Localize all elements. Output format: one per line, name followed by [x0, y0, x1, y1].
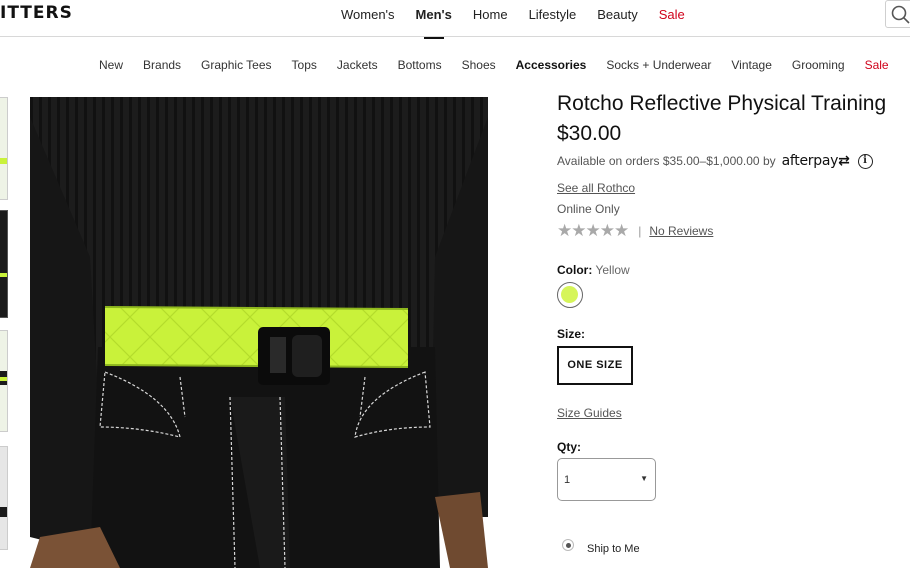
availability-text: Online Only: [557, 202, 620, 216]
afterpay-mark-icon: ⇄: [838, 153, 850, 169]
star-rating-icon: ★★★★★: [557, 221, 629, 240]
thumbnail-2[interactable]: [0, 210, 8, 318]
ship-to-me-label[interactable]: Ship to Me: [587, 543, 640, 555]
product-photo: [30, 97, 488, 568]
subnav-item-bottoms[interactable]: Bottoms: [398, 58, 442, 72]
afterpay-info: Available on orders $35.00–$1,000.00 by …: [557, 153, 873, 169]
subnav-item-new[interactable]: New: [99, 58, 123, 72]
subnav-item-grooming[interactable]: Grooming: [792, 58, 845, 72]
top-header: ITTERS Women's Men's Home Lifestyle Beau…: [0, 0, 910, 39]
main-nav: Women's Men's Home Lifestyle Beauty Sale: [341, 7, 706, 39]
color-value: Yellow: [595, 263, 630, 277]
category-nav: New Brands Graphic Tees Tops Jackets Bot…: [99, 58, 909, 72]
subnav-item-tops[interactable]: Tops: [292, 58, 317, 72]
size-option-one-size[interactable]: ONE SIZE: [557, 346, 633, 385]
product-image[interactable]: [30, 97, 488, 568]
info-icon[interactable]: i: [857, 153, 873, 169]
nav-item-beauty[interactable]: Beauty: [597, 7, 637, 22]
thumbnail-4[interactable]: [0, 446, 8, 550]
search-button[interactable]: [885, 0, 910, 28]
site-logo[interactable]: ITTERS: [0, 3, 73, 23]
chevron-down-icon: ▼: [640, 474, 648, 483]
nav-item-womens[interactable]: Women's: [341, 7, 395, 22]
subnav-item-accessories[interactable]: Accessories: [516, 58, 587, 72]
qty-value: 1: [564, 474, 571, 486]
afterpay-text: Available on orders $35.00–$1,000.00 by: [557, 154, 776, 168]
nav-item-sale[interactable]: Sale: [659, 7, 685, 22]
radio-selected-dot: [566, 543, 571, 548]
reviews-link[interactable]: No Reviews: [649, 224, 713, 238]
size-guides-link[interactable]: Size Guides: [557, 406, 622, 420]
thumbnail-3[interactable]: [0, 330, 8, 432]
size-label: Size:: [557, 327, 586, 341]
subnav-item-graphic-tees[interactable]: Graphic Tees: [201, 58, 271, 72]
subnav-item-jackets[interactable]: Jackets: [337, 58, 378, 72]
nav-item-lifestyle[interactable]: Lifestyle: [529, 7, 577, 22]
nav-item-mens[interactable]: Men's: [416, 7, 452, 39]
swatch-fill: [561, 286, 578, 303]
nav-item-home[interactable]: Home: [473, 7, 508, 22]
rating-row: ★★★★★ | No Reviews: [557, 221, 713, 241]
subnav-item-sale[interactable]: Sale: [865, 58, 889, 72]
color-label: Color: Yellow: [557, 263, 630, 277]
rating-separator: |: [638, 224, 642, 238]
search-icon: [891, 5, 910, 24]
product-title: Rotcho Reflective Physical Training: [557, 92, 887, 115]
qty-select[interactable]: 1 ▼: [557, 458, 656, 501]
color-swatch-yellow[interactable]: [557, 282, 583, 308]
thumbnail-1[interactable]: [0, 97, 8, 200]
product-price: $30.00: [557, 122, 622, 145]
see-all-brand-link[interactable]: See all Rothco: [557, 181, 635, 195]
subnav-item-vintage[interactable]: Vintage: [731, 58, 771, 72]
subnav-item-brands[interactable]: Brands: [143, 58, 181, 72]
subnav-item-shoes[interactable]: Shoes: [462, 58, 496, 72]
subnav-item-socks-underwear[interactable]: Socks + Underwear: [606, 58, 711, 72]
afterpay-logo: afterpay⇄: [781, 153, 850, 169]
ship-to-me-radio[interactable]: [562, 539, 574, 551]
qty-label: Qty:: [557, 440, 581, 454]
